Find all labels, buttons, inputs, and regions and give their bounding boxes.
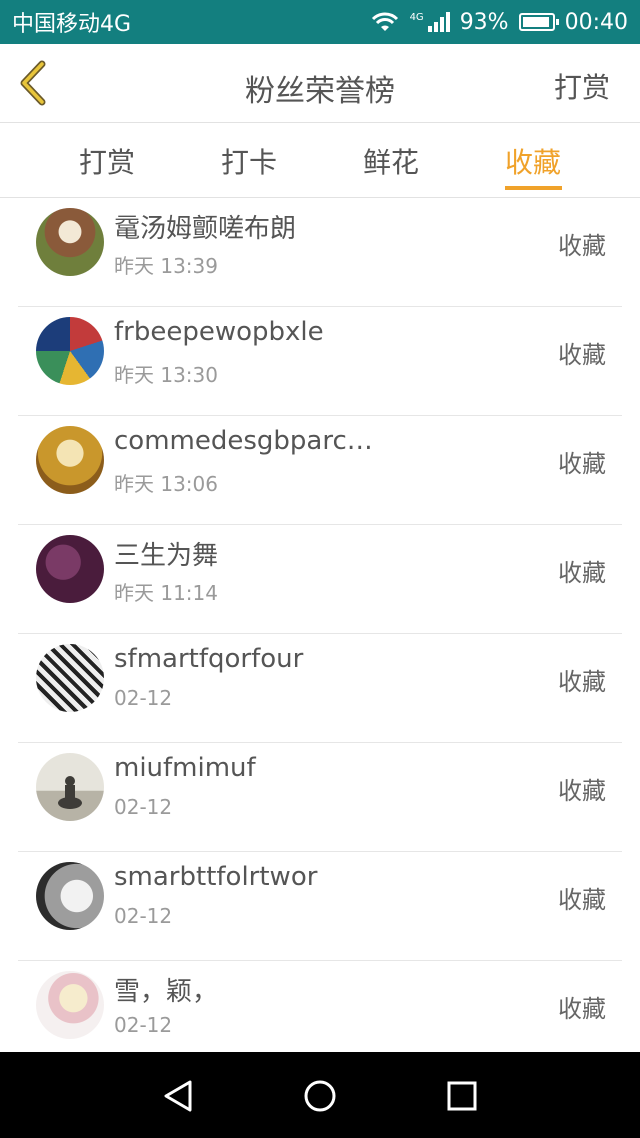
navigation-bar — [0, 1052, 640, 1138]
item-action: 收藏 — [558, 886, 606, 914]
user-name: smarbttfolrtwor — [114, 862, 318, 892]
status-bar: 中国移动4G 4G 93% 00:40 — [0, 0, 640, 44]
list-item[interactable]: 三生为舞 昨天 11:14 收藏 — [18, 525, 622, 634]
item-action: 收藏 — [558, 777, 606, 805]
back-triangle-icon[interactable] — [160, 1078, 196, 1114]
recents-square-icon[interactable] — [444, 1078, 480, 1114]
title-bar: 粉丝荣誉榜 打赏 — [0, 44, 640, 123]
list-item[interactable]: sfmartfqorfour 02-12 收藏 — [18, 634, 622, 743]
carrier-label: 中国移动4G — [12, 12, 132, 37]
user-name: 鼋汤姆颤嗟布朗 — [114, 214, 297, 244]
item-action: 收藏 — [558, 232, 606, 260]
avatar[interactable] — [36, 208, 104, 276]
list-item[interactable]: 鼋汤姆颤嗟布朗 昨天 13:39 收藏 — [18, 198, 622, 307]
tab-bar: 打赏 打卡 鲜花 收藏 — [0, 123, 640, 198]
item-time: 02-12 — [114, 686, 173, 710]
item-action: 收藏 — [558, 341, 606, 369]
list-item[interactable]: frbeepewopbxle 昨天 13:30 收藏 — [18, 307, 622, 416]
battery-percent: 93% — [459, 9, 509, 35]
item-action: 收藏 — [558, 450, 606, 478]
active-tab-indicator — [505, 186, 562, 190]
list-item[interactable]: miufmimuf 02-12 收藏 — [18, 743, 622, 852]
user-name: frbeepewopbxle — [114, 317, 324, 347]
tab-favorites[interactable]: 收藏 — [491, 141, 575, 181]
signal-icon: 4G — [410, 12, 450, 32]
list-item[interactable]: commedesgbparc… 昨天 13:06 收藏 — [18, 416, 622, 525]
avatar[interactable] — [36, 535, 104, 603]
battery-level — [522, 17, 549, 27]
item-action: 收藏 — [558, 559, 606, 587]
status-indicators: 4G 93% 00:40 — [370, 10, 628, 35]
home-circle-icon[interactable] — [302, 1078, 338, 1114]
avatar[interactable] — [36, 862, 104, 930]
tab-reward[interactable]: 打赏 — [65, 141, 149, 181]
avatar[interactable] — [36, 426, 104, 494]
item-action: 收藏 — [558, 995, 606, 1023]
tab-flowers[interactable]: 鲜花 — [349, 141, 433, 181]
battery-icon — [518, 13, 559, 31]
wifi-icon — [371, 12, 398, 31]
item-time: 昨天 13:39 — [114, 254, 218, 278]
user-name: miufmimuf — [114, 753, 256, 783]
page-title: 粉丝荣誉榜 — [245, 74, 395, 109]
item-time: 02-12 — [114, 904, 173, 928]
user-name: 雪，颖， — [114, 977, 219, 1007]
network-badge: 4G — [409, 12, 424, 23]
item-time: 02-12 — [114, 1013, 173, 1037]
user-name: 三生为舞 — [114, 541, 219, 571]
item-time: 昨天 11:14 — [114, 581, 218, 605]
avatar[interactable] — [36, 971, 104, 1039]
avatar[interactable] — [36, 753, 104, 821]
tab-checkin[interactable]: 打卡 — [207, 141, 291, 181]
item-time: 昨天 13:06 — [114, 472, 218, 496]
fan-list: 鼋汤姆颤嗟布朗 昨天 13:39 收藏 frbeepewopbxle 昨天 13… — [0, 198, 640, 1070]
user-name: sfmartfqorfour — [114, 644, 304, 674]
reward-button[interactable]: 打赏 — [554, 66, 610, 106]
item-time: 02-12 — [114, 795, 173, 819]
avatar[interactable] — [36, 644, 104, 712]
clock: 00:40 — [564, 9, 628, 35]
item-time: 昨天 13:30 — [114, 363, 218, 387]
avatar[interactable] — [36, 317, 104, 385]
user-name: commedesgbparc… — [114, 426, 373, 456]
item-action: 收藏 — [558, 668, 606, 696]
list-item[interactable]: smarbttfolrtwor 02-12 收藏 — [18, 852, 622, 961]
